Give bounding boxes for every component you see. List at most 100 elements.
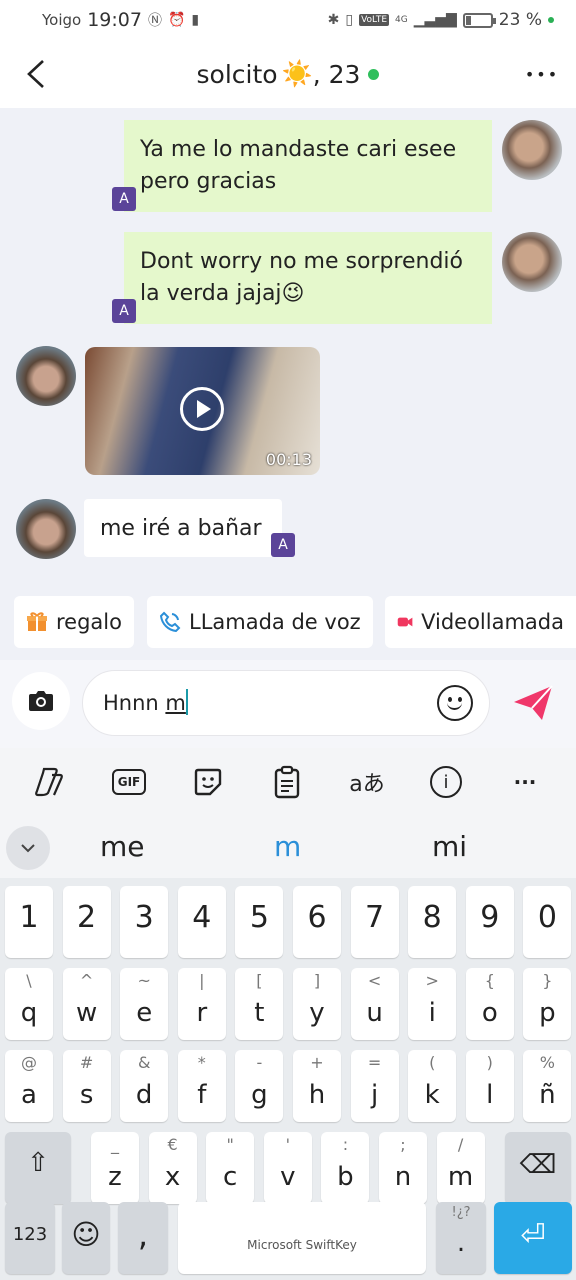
suggestion-2[interactable]: m: [274, 830, 301, 863]
key-alt-label: \: [26, 971, 32, 990]
shift-icon: ⇧: [27, 1148, 49, 1178]
key-3[interactable]: 3: [120, 886, 169, 958]
shift-key[interactable]: ⇧: [5, 1132, 71, 1204]
more-icon[interactable]: ···: [506, 764, 544, 800]
key-5[interactable]: 5: [235, 886, 284, 958]
message-bubble-received[interactable]: me iré a bañar: [84, 499, 282, 557]
key-n[interactable]: ; n: [379, 1132, 427, 1204]
key-m[interactable]: / m: [436, 1132, 485, 1204]
key-t[interactable]: [t: [235, 968, 284, 1040]
contact-avatar[interactable]: [16, 346, 76, 406]
key-alt-label: <: [367, 971, 382, 990]
camera-icon: [29, 691, 53, 711]
key-alt-label: @: [21, 1053, 37, 1072]
backspace-key[interactable]: ⌫: [505, 1132, 571, 1204]
emoji-key[interactable]: ☺: [62, 1202, 110, 1274]
space-label: Microsoft SwiftKey: [247, 1238, 357, 1252]
key-g[interactable]: -g: [235, 1050, 284, 1122]
key-i[interactable]: > i: [408, 968, 457, 1040]
key-h[interactable]: + h: [293, 1050, 341, 1122]
key-6[interactable]: 6: [293, 886, 341, 958]
my-avatar[interactable]: [502, 232, 562, 292]
enter-key[interactable]: ⏎: [494, 1202, 572, 1274]
play-icon[interactable]: [180, 387, 224, 431]
signal-icon: ▁▃▅▇: [413, 12, 457, 28]
key-1[interactable]: 1: [5, 886, 53, 958]
chat-header: solcito ☀️ , 23 •••: [0, 40, 576, 108]
key-u[interactable]: < u: [350, 968, 399, 1040]
comma-key[interactable]: ,: [118, 1202, 168, 1274]
gift-button[interactable]: regalo: [14, 596, 134, 648]
suggestion-1[interactable]: me: [100, 830, 145, 863]
input-value: Hnnn m: [103, 689, 188, 715]
copilot-icon[interactable]: [30, 764, 68, 800]
voice-call-button[interactable]: LLamada de voz: [147, 596, 373, 648]
contact-avatar[interactable]: [16, 499, 76, 559]
more-options-button[interactable]: •••: [525, 60, 558, 88]
key-a[interactable]: @ a: [5, 1050, 53, 1122]
smiley-icon[interactable]: [437, 685, 473, 721]
key-alt-label: =: [367, 1053, 382, 1072]
numbers-key[interactable]: 123: [5, 1202, 55, 1274]
clipboard-icon[interactable]: [268, 764, 306, 800]
period-key[interactable]: !¿?.: [436, 1202, 486, 1274]
key-r[interactable]: | r: [177, 968, 226, 1040]
key-l[interactable]: ) l: [465, 1050, 514, 1122]
camera-button[interactable]: [12, 672, 70, 730]
gif-icon[interactable]: GIF: [110, 764, 148, 800]
translate-badge[interactable]: A: [271, 533, 295, 557]
key-label: o: [481, 998, 498, 1028]
key-j[interactable]: = j: [350, 1050, 399, 1122]
space-key[interactable]: Microsoft SwiftKey: [178, 1202, 426, 1274]
message-bubble-sent[interactable]: Dont worry no me sorprendió la verda jaj…: [124, 232, 492, 324]
key-label: y: [309, 998, 325, 1028]
key-q[interactable]: \ q: [5, 968, 53, 1040]
info-icon[interactable]: i: [427, 764, 465, 800]
key-f[interactable]: * f: [177, 1050, 226, 1122]
video-message[interactable]: 00:13: [85, 347, 320, 475]
key-alt-label: :: [342, 1135, 349, 1154]
key-w[interactable]: ^ w: [62, 968, 111, 1040]
key-label: g: [251, 1080, 268, 1110]
send-icon[interactable]: [512, 682, 554, 724]
key-alt-label: _: [111, 1135, 119, 1154]
key-label: h: [308, 1080, 326, 1110]
key-p[interactable]: } p: [523, 968, 572, 1040]
key-v[interactable]: ' v: [263, 1132, 312, 1204]
key-s[interactable]: # s: [62, 1050, 111, 1122]
video-call-button[interactable]: Videollamada: [385, 596, 576, 648]
sticker-icon[interactable]: [189, 764, 227, 800]
numbers-label: 123: [12, 1224, 48, 1245]
key-2[interactable]: 2: [62, 886, 111, 958]
key-9[interactable]: 9: [465, 886, 514, 958]
message-input[interactable]: Hnnn m: [82, 670, 490, 736]
key-o[interactable]: {o: [465, 968, 514, 1040]
chat-title[interactable]: solcito ☀️ , 23: [197, 59, 380, 89]
key-c[interactable]: " c: [206, 1132, 255, 1204]
key-z[interactable]: _ z: [91, 1132, 139, 1204]
translate-icon[interactable]: aあ: [348, 764, 386, 800]
key-k[interactable]: (k: [408, 1050, 457, 1122]
message-bubble-sent[interactable]: Ya me lo mandaste cari esee pero gracias: [124, 120, 492, 212]
my-avatar[interactable]: [502, 120, 562, 180]
suggestion-3[interactable]: mi: [432, 830, 467, 863]
key-y[interactable]: ] y: [293, 968, 341, 1040]
chevron-down-icon[interactable]: [6, 826, 50, 870]
message-list[interactable]: Ya me lo mandaste cari esee pero gracias…: [0, 108, 576, 660]
key-e[interactable]: ~ e: [120, 968, 169, 1040]
key-4[interactable]: 4: [177, 886, 226, 958]
translate-badge[interactable]: A: [112, 299, 136, 323]
back-button[interactable]: [16, 54, 56, 94]
key-7[interactable]: 7: [350, 886, 399, 958]
key-x[interactable]: € x: [148, 1132, 197, 1204]
key-0[interactable]: 0: [523, 886, 572, 958]
translate-badge[interactable]: A: [112, 187, 136, 211]
key-d[interactable]: & d: [120, 1050, 169, 1122]
input-text-before: Hnnn: [103, 691, 166, 715]
key-alt-label: ~: [137, 971, 151, 990]
key-b[interactable]: :b: [321, 1132, 370, 1204]
message-text: Ya me lo mandaste cari esee pero gracias: [140, 137, 457, 194]
key-8[interactable]: 8: [408, 886, 457, 958]
key-label: v: [280, 1162, 296, 1192]
key-ñ[interactable]: % ñ: [523, 1050, 572, 1122]
